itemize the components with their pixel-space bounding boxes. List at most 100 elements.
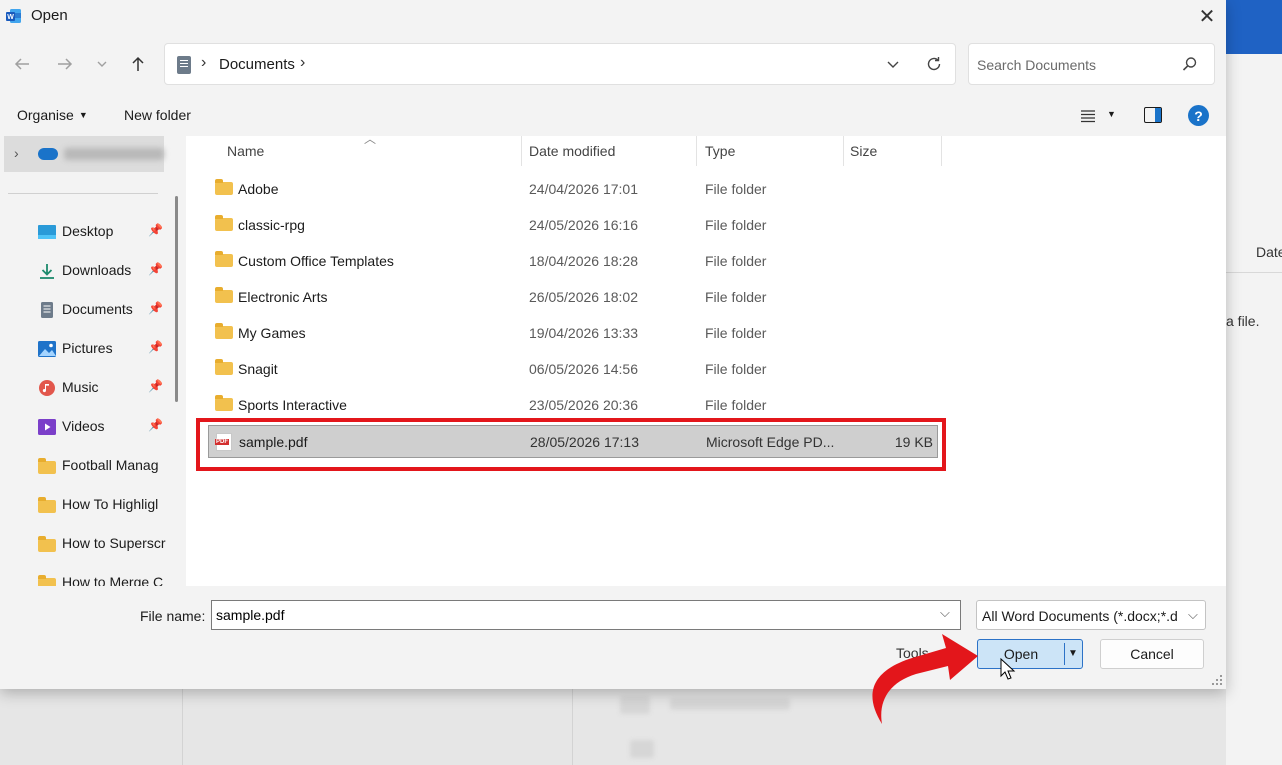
sidebar-item-pictures[interactable]: Pictures 📌 xyxy=(0,331,170,367)
sidebar-item-how-to-highlight[interactable]: How To Highligl xyxy=(0,487,170,523)
pin-icon[interactable]: 📌 xyxy=(148,418,163,432)
chevron-down-icon[interactable]: ⌵ xyxy=(940,605,950,621)
file-list: ︿ Name Date modified Type Size Adobe 24/… xyxy=(186,132,1226,586)
file-name-field[interactable]: ⌵ xyxy=(211,600,961,630)
table-row[interactable]: My Games 19/04/2026 13:33 File folder xyxy=(208,317,938,350)
search-input[interactable] xyxy=(977,53,1167,77)
folder-icon xyxy=(215,251,233,267)
caret-down-icon: ▼ xyxy=(78,110,88,120)
search-icon[interactable] xyxy=(1181,55,1199,73)
sidebar-item-music[interactable]: Music 📌 xyxy=(0,370,170,406)
view-options-dropdown[interactable]: ▼ xyxy=(1107,109,1116,119)
table-row[interactable]: Electronic Arts 26/05/2026 18:02 File fo… xyxy=(208,281,938,314)
file-name: Custom Office Templates xyxy=(238,253,394,269)
background-panel xyxy=(1226,54,1282,765)
file-date: 26/05/2026 18:02 xyxy=(529,289,638,305)
music-icon xyxy=(39,380,55,396)
red-highlight-box xyxy=(196,418,946,471)
file-date: 19/04/2026 13:33 xyxy=(529,325,638,341)
table-row[interactable]: Custom Office Templates 18/04/2026 18:28… xyxy=(208,245,938,278)
column-header-date-modified[interactable]: Date modified xyxy=(529,143,615,159)
sidebar-item-how-to-superscript[interactable]: How to Superscr xyxy=(0,526,170,562)
column-divider[interactable] xyxy=(521,136,522,166)
navigation-bar: › Documents › xyxy=(0,32,1226,96)
file-name: My Games xyxy=(238,325,306,341)
file-date: 23/05/2026 20:36 xyxy=(529,397,638,413)
chevron-down-icon xyxy=(97,61,107,67)
pin-icon[interactable]: 📌 xyxy=(148,340,163,354)
refresh-button[interactable] xyxy=(922,52,946,76)
resize-grip-icon[interactable] xyxy=(1212,675,1222,685)
sidebar-item-label: Documents xyxy=(62,301,133,317)
folder-icon xyxy=(215,179,233,195)
onedrive-item[interactable]: › xyxy=(4,136,164,172)
mouse-cursor-icon xyxy=(1000,658,1016,680)
desktop-icon xyxy=(38,225,56,239)
address-bar[interactable]: › Documents › xyxy=(164,43,956,85)
column-header-type[interactable]: Type xyxy=(705,143,735,159)
navigation-pane: › Desktop 📌 Downloads 📌 Documents 📌 Pict… xyxy=(0,136,186,586)
sidebar-item-label: Football Manag xyxy=(62,457,159,473)
background-blurred-icon xyxy=(620,696,650,714)
breadcrumb-documents[interactable]: Documents xyxy=(219,56,295,73)
search-box[interactable] xyxy=(968,43,1215,85)
folder-icon xyxy=(38,575,56,586)
background-divider xyxy=(182,688,183,765)
file-name: classic-rpg xyxy=(238,217,305,233)
sidebar-item-football-manager[interactable]: Football Manag xyxy=(0,448,170,484)
organise-label: Organise xyxy=(17,107,74,123)
sidebar-item-videos[interactable]: Videos 📌 xyxy=(0,409,170,445)
file-name: Adobe xyxy=(238,181,279,197)
column-divider[interactable] xyxy=(941,136,942,166)
open-options-dropdown[interactable]: ▼ xyxy=(1068,648,1078,659)
sidebar-scrollbar[interactable] xyxy=(175,196,178,402)
organise-menu[interactable]: Organise ▼ xyxy=(17,107,88,123)
cancel-button[interactable]: Cancel xyxy=(1100,639,1204,669)
file-type-filter-value: All Word Documents (*.docx;*.d xyxy=(982,608,1178,624)
new-folder-button[interactable]: New folder xyxy=(124,107,191,123)
sidebar-item-desktop[interactable]: Desktop 📌 xyxy=(0,214,170,250)
file-type: File folder xyxy=(705,217,767,233)
address-history-dropdown[interactable] xyxy=(881,52,905,76)
file-name: Sports Interactive xyxy=(238,397,347,413)
chevron-down-icon[interactable]: ⌵ xyxy=(1185,607,1198,623)
arrow-up-icon xyxy=(132,56,144,71)
column-divider[interactable] xyxy=(696,136,697,166)
chevron-right-icon[interactable]: › xyxy=(300,54,305,72)
table-row[interactable]: Snagit 06/05/2026 14:56 File folder xyxy=(208,353,938,386)
command-toolbar: Organise ▼ New folder ▼ xyxy=(0,96,1226,136)
view-options-icon[interactable] xyxy=(1080,108,1096,124)
forward-button[interactable] xyxy=(53,52,77,76)
table-row[interactable]: Adobe 24/04/2026 17:01 File folder xyxy=(208,173,938,206)
column-divider[interactable] xyxy=(843,136,844,166)
column-header-name[interactable]: Name xyxy=(227,143,264,159)
close-button[interactable]: ✕ xyxy=(1192,2,1222,30)
background-divider xyxy=(572,688,573,765)
pin-icon[interactable]: 📌 xyxy=(148,262,163,276)
chevron-right-icon[interactable]: › xyxy=(201,54,206,72)
sidebar-item-label: How To Highligl xyxy=(62,496,159,512)
file-name-label: File name: xyxy=(140,608,206,624)
background-divider xyxy=(1226,272,1282,273)
column-header-size[interactable]: Size xyxy=(850,143,877,159)
pin-icon[interactable]: 📌 xyxy=(148,223,163,237)
sidebar-item-downloads[interactable]: Downloads 📌 xyxy=(0,253,170,289)
file-type-filter[interactable]: All Word Documents (*.docx;*.d ⌵ xyxy=(976,600,1206,630)
blurred-account-name xyxy=(64,148,164,160)
table-row[interactable]: classic-rpg 24/05/2026 16:16 File folder xyxy=(208,209,938,242)
background-blurred-icon xyxy=(630,740,654,758)
recent-locations-button[interactable] xyxy=(90,52,114,76)
file-name-input[interactable] xyxy=(216,605,916,625)
up-button[interactable] xyxy=(126,52,150,76)
help-button[interactable]: ? xyxy=(1188,105,1209,126)
preview-pane-icon[interactable] xyxy=(1144,107,1162,123)
pin-icon[interactable]: 📌 xyxy=(148,301,163,315)
folder-icon xyxy=(215,287,233,303)
pin-icon[interactable]: 📌 xyxy=(148,379,163,393)
back-button[interactable] xyxy=(10,52,34,76)
divider xyxy=(8,193,158,194)
file-type: File folder xyxy=(705,397,767,413)
sidebar-item-how-to-merge[interactable]: How to Merge C xyxy=(0,565,170,586)
sidebar-item-documents[interactable]: Documents 📌 xyxy=(0,292,170,328)
chevron-right-icon[interactable]: › xyxy=(14,145,19,161)
